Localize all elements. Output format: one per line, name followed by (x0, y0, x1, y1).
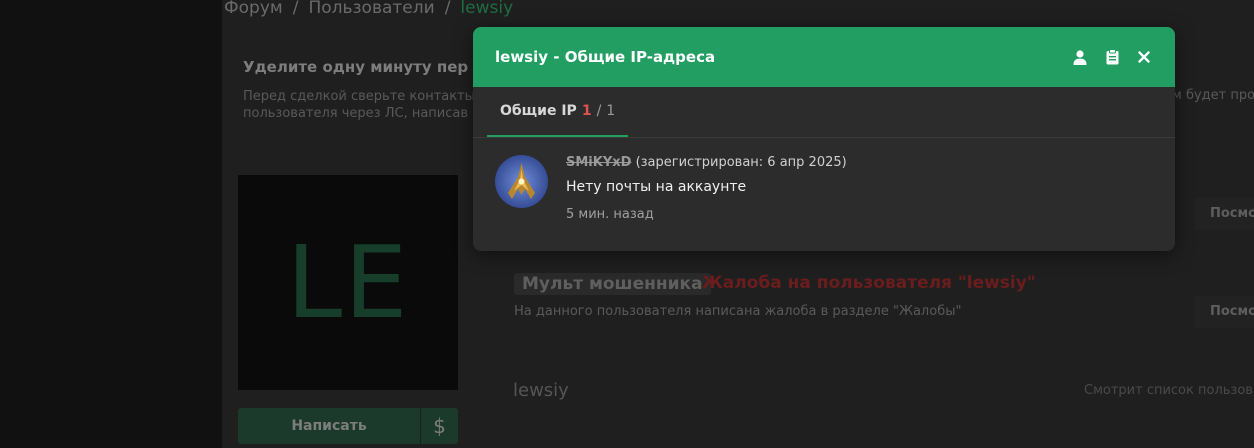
notice-title: Уделите одну минуту пер (243, 58, 469, 76)
status-tag: Мульт мошенника (514, 273, 711, 295)
entry-note: Нету почты на аккаунте (566, 179, 747, 195)
profile-username: lewsiy (513, 380, 569, 401)
breadcrumb-forum[interactable]: Форум (224, 0, 283, 18)
modal-header: lewsiy - Общие IP-адреса (473, 27, 1175, 87)
complaint-text: На данного пользователя написана жалоба … (514, 304, 962, 319)
tab-count-current: 1 (581, 103, 592, 119)
close-icon[interactable] (1135, 48, 1153, 66)
modal-actions (1071, 27, 1153, 87)
clipboard-icon[interactable] (1103, 48, 1121, 66)
entry-header: SMiKYxD (зарегистрирован: 6 апр 2025) (566, 155, 847, 173)
breadcrumb: Форум / Пользователи / lewsiy (224, 0, 513, 18)
breadcrumb-users[interactable]: Пользователи (308, 0, 434, 18)
view-button[interactable]: Посмо (1194, 198, 1254, 230)
breadcrumb-current[interactable]: lewsiy (460, 0, 513, 18)
view-button[interactable]: Посмо (1194, 296, 1254, 328)
avatar[interactable] (495, 155, 548, 208)
modal-title: lewsiy - Общие IP-адреса (495, 48, 716, 66)
breadcrumb-separator: / (292, 0, 299, 18)
user-icon[interactable] (1071, 48, 1089, 66)
page: Форум / Пользователи / lewsiy Уделите од… (0, 0, 1254, 448)
notice-text: Перед сделкой сверьте контакты пользоват… (243, 89, 475, 121)
write-message-button[interactable]: Написать (238, 408, 420, 444)
complaint-title[interactable]: Жалоба на пользователя "lewsiy" (702, 273, 1036, 293)
entry-registered: (зарегистрирован: 6 апр 2025) (635, 155, 847, 170)
tab-count-separator: / (596, 103, 602, 119)
breadcrumb-separator: / (444, 0, 451, 18)
background-left (0, 0, 222, 448)
tab-shared-ip[interactable]: Общие IP 1 / 1 (487, 87, 629, 137)
tab-count-total: 1 (606, 103, 616, 119)
tab-label: Общие IP (500, 103, 577, 119)
entry-body: SMiKYxD (зарегистрирован: 6 апр 2025) Не… (566, 155, 847, 222)
notice-text-right: м будет про (1172, 88, 1254, 103)
entry-time: 5 мин. назад (566, 207, 654, 222)
profile-avatar: LE (238, 175, 458, 390)
entry-username[interactable]: SMiKYxD (566, 155, 631, 170)
modal-tabs: Общие IP 1 / 1 (473, 87, 1175, 138)
avatar-letters: LE (286, 224, 410, 341)
dollar-button[interactable]: $ (421, 408, 458, 444)
activity-status: Смотрит список пользов (1084, 383, 1253, 398)
